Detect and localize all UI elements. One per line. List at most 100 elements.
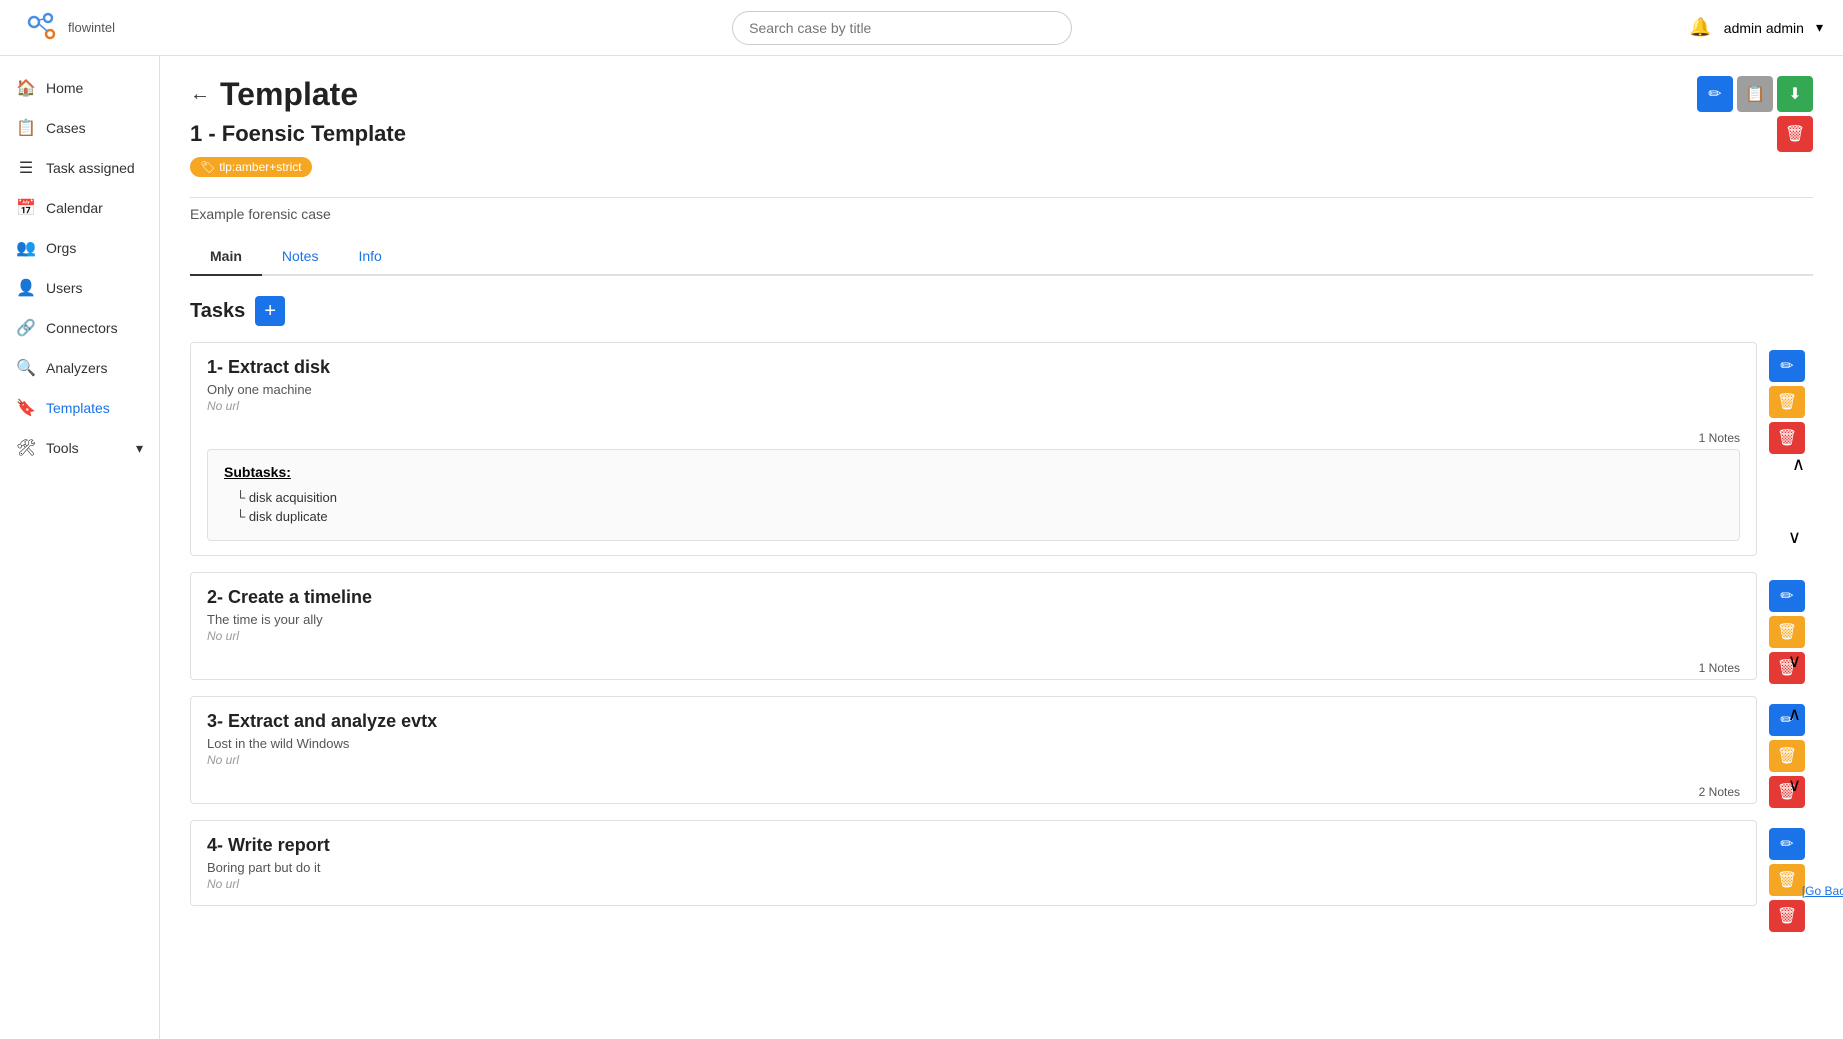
delete-task-1-button[interactable]: 🗑	[1769, 422, 1805, 454]
go-back-top-link[interactable]: [Go Back Top]	[1802, 884, 1843, 898]
templates-icon: 🔖	[16, 398, 36, 418]
tab-main[interactable]: Main	[190, 238, 262, 276]
sidebar-item-label: Tools	[46, 440, 79, 456]
task-1-title: 1- Extract disk	[207, 357, 1696, 378]
task-2-notes-count: 1 Notes	[191, 657, 1756, 679]
task-2-url: No url	[207, 629, 1696, 643]
task-wrapper-2: 2- Create a timeline The time is your al…	[190, 572, 1757, 680]
sidebar-item-task-assigned[interactable]: ☰ Task assigned	[0, 148, 159, 188]
task-3-url: No url	[207, 753, 1696, 767]
user-label: admin admin	[1724, 20, 1804, 36]
tab-info[interactable]: Info	[338, 238, 401, 276]
template-name: 1 - Foensic Template	[190, 121, 1813, 147]
bell-icon[interactable]: 🔔	[1689, 17, 1711, 38]
connectors-icon: 🔗	[16, 318, 36, 338]
task-1-url: No url	[207, 399, 1696, 413]
sidebar-item-analyzers[interactable]: 🔍 Analyzers	[0, 348, 159, 388]
task-4-desc: Boring part but do it	[207, 860, 1696, 875]
sidebar-item-label: Users	[46, 280, 83, 296]
sidebar-item-templates[interactable]: 🔖 Templates	[0, 388, 159, 428]
sidebar-item-label: Templates	[46, 400, 110, 416]
task-2-desc: The time is your ally	[207, 612, 1696, 627]
top-actions-row-1: ✏ 📋 ⬇	[1697, 76, 1813, 112]
expand-task-2-button[interactable]: ∨	[1788, 651, 1801, 672]
page-header: ← Template	[190, 76, 1813, 113]
download-template-button[interactable]: ⬇	[1777, 76, 1813, 112]
edit-task-2-button[interactable]: ✏	[1769, 580, 1805, 612]
sidebar-item-connectors[interactable]: 🔗 Connectors	[0, 308, 159, 348]
archive-task-1-button[interactable]: 🗑	[1769, 386, 1805, 418]
expand-task-3-button[interactable]: ∨	[1788, 775, 1801, 796]
task-wrapper-1: 1- Extract disk Only one machine No url …	[190, 342, 1757, 556]
cases-icon: 📋	[16, 118, 36, 138]
collapse-task-3-button[interactable]: ∧	[1788, 704, 1801, 725]
copy-template-button[interactable]: 📋	[1737, 76, 1773, 112]
sidebar-item-label: Orgs	[46, 240, 76, 256]
sidebar-item-label: Home	[46, 80, 83, 96]
tools-icon: 🛠	[16, 438, 36, 458]
user-menu[interactable]: 🔔 admin admin ▾	[1689, 17, 1823, 38]
page-title: Template	[220, 76, 358, 113]
expand-task-1-button[interactable]: ∨	[1788, 527, 1801, 548]
task-1-header: 1- Extract disk Only one machine No url	[191, 343, 1756, 427]
tabs: Main Notes Info	[190, 238, 1813, 276]
subtasks-title-1: Subtasks:	[224, 464, 1723, 480]
top-actions: ✏ 📋 ⬇ 🗑	[1697, 76, 1813, 152]
task-2-title: 2- Create a timeline	[207, 587, 1696, 608]
search-container	[732, 11, 1072, 45]
sidebar-item-orgs[interactable]: 👥 Orgs	[0, 228, 159, 268]
chevron-down-icon[interactable]: ▾	[1816, 19, 1823, 36]
sidebar-item-cases[interactable]: 📋 Cases	[0, 108, 159, 148]
main-content: ← Template 1 - Foensic Template 🏷 tlp:am…	[160, 56, 1843, 1039]
delete-template-button[interactable]: 🗑	[1777, 116, 1813, 152]
task-card-3: 3- Extract and analyze evtx Lost in the …	[190, 696, 1757, 804]
task-3-header: 3- Extract and analyze evtx Lost in the …	[191, 697, 1756, 781]
tasks-header: Tasks +	[190, 296, 1813, 326]
task-wrapper-4: 4- Write report Boring part but do it No…	[190, 820, 1757, 906]
sidebar-item-label: Analyzers	[46, 360, 107, 376]
tab-notes[interactable]: Notes	[262, 238, 339, 276]
add-task-button[interactable]: +	[255, 296, 285, 326]
task-card-1: 1- Extract disk Only one machine No url …	[190, 342, 1757, 556]
task-3-title: 3- Extract and analyze evtx	[207, 711, 1696, 732]
archive-task-4-button[interactable]: 🗑	[1769, 864, 1805, 896]
back-arrow[interactable]: ←	[190, 83, 210, 106]
topbar: flowintel 🔔 admin admin ▾	[0, 0, 1843, 56]
collapse-task-1-button[interactable]: ∧	[1792, 454, 1805, 475]
delete-task-4-button[interactable]: 🗑	[1769, 900, 1805, 932]
task-1-desc: Only one machine	[207, 382, 1696, 397]
sidebar-item-users[interactable]: 👤 Users	[0, 268, 159, 308]
search-input[interactable]	[732, 11, 1072, 45]
layout: 🏠 Home 📋 Cases ☰ Task assigned 📅 Calenda…	[0, 56, 1843, 1039]
task-1-actions: ✏ 🗑 🗑	[1769, 350, 1805, 454]
edit-task-4-button[interactable]: ✏	[1769, 828, 1805, 860]
edit-template-button[interactable]: ✏	[1697, 76, 1733, 112]
task-2-header: 2- Create a timeline The time is your al…	[191, 573, 1756, 657]
task-card-4: 4- Write report Boring part but do it No…	[190, 820, 1757, 906]
tasks-title: Tasks	[190, 300, 245, 323]
archive-task-2-button[interactable]: 🗑	[1769, 616, 1805, 648]
task-1-notes-count: 1 Notes	[191, 427, 1756, 449]
home-icon: 🏠	[16, 78, 36, 98]
task-4-url: No url	[207, 877, 1696, 891]
task-3-notes-count: 2 Notes	[191, 781, 1756, 803]
sidebar-item-label: Task assigned	[46, 160, 135, 176]
task-4-header: 4- Write report Boring part but do it No…	[191, 821, 1756, 905]
sidebar-item-tools[interactable]: 🛠 Tools ▾	[0, 428, 159, 468]
sidebar-item-label: Calendar	[46, 200, 103, 216]
top-actions-row-2: 🗑	[1777, 116, 1813, 152]
task-4-actions: ✏ 🗑 🗑	[1769, 828, 1805, 932]
logo-text: flowintel	[68, 20, 115, 35]
calendar-icon: 📅	[16, 198, 36, 218]
archive-task-3-button[interactable]: 🗑	[1769, 740, 1805, 772]
subtask-item-1a: disk acquisition	[224, 488, 1723, 507]
edit-task-1-button[interactable]: ✏	[1769, 350, 1805, 382]
task-card-2: 2- Create a timeline The time is your al…	[190, 572, 1757, 680]
sidebar-item-calendar[interactable]: 📅 Calendar	[0, 188, 159, 228]
task-icon: ☰	[16, 158, 36, 178]
analyzers-icon: 🔍	[16, 358, 36, 378]
subtask-item-1b: disk duplicate	[224, 507, 1723, 526]
sidebar-item-home[interactable]: 🏠 Home	[0, 68, 159, 108]
task-3-desc: Lost in the wild Windows	[207, 736, 1696, 751]
users-icon: 👤	[16, 278, 36, 298]
